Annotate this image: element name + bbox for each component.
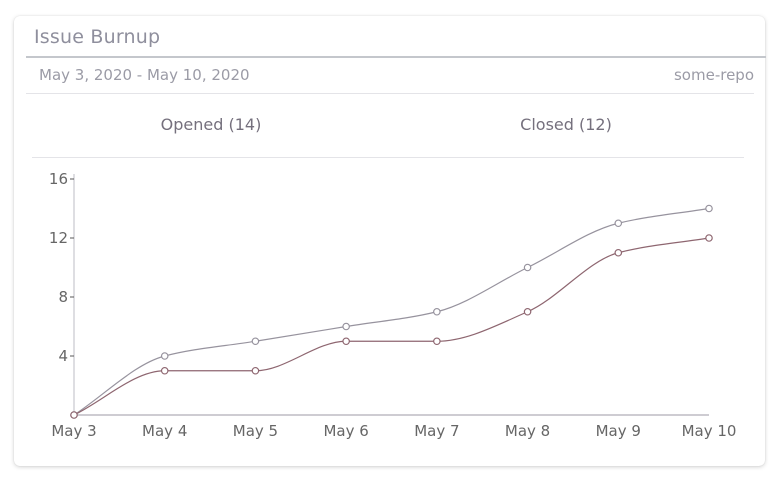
- x-tick-label: May 7: [414, 422, 459, 440]
- opened-data-point: [251, 337, 260, 346]
- chart-series: [70, 204, 713, 419]
- burnup-chart: 16 12 8 4 May 3 May 4 May 5 May 6 May 7 May 8 May …: [49, 170, 737, 440]
- closed-data-point: [705, 234, 713, 242]
- closed-data-point: [251, 366, 260, 375]
- closed-data-point: [342, 337, 350, 346]
- chart-labels: 16 12 8 4 May 3 May 4 May 5 May 6 May 7 May 8 May …: [49, 170, 737, 440]
- y-tick-label: 16: [49, 170, 68, 188]
- y-tick-label: 12: [49, 229, 68, 247]
- x-tick-label: May 8: [505, 422, 550, 440]
- chart-axes: [70, 174, 709, 416]
- opened-data-point: [342, 322, 350, 331]
- opened-data-point: [614, 219, 623, 228]
- closed-series-line: [73, 237, 710, 416]
- x-tick-label: May 5: [233, 422, 278, 440]
- opened-data-point: [160, 352, 169, 360]
- opened-data-point: [433, 307, 441, 316]
- opened-series-line: [73, 207, 710, 416]
- x-tick-label: May 6: [323, 422, 368, 440]
- closed-data-point: [160, 366, 169, 375]
- closed-data-point: [70, 411, 78, 419]
- y-tick-label: 4: [58, 347, 68, 365]
- closed-data-point: [433, 337, 441, 346]
- x-tick-label: May 4: [142, 422, 187, 440]
- closed-data-point: [614, 248, 623, 257]
- closed-data-point: [523, 307, 532, 316]
- x-tick-label: May 10: [682, 422, 737, 440]
- opened-data-point: [523, 263, 532, 272]
- y-tick-label: 8: [58, 288, 68, 306]
- x-tick-label: May 9: [596, 422, 641, 440]
- opened-data-point: [705, 204, 713, 213]
- x-tick-label: May 3: [51, 422, 96, 440]
